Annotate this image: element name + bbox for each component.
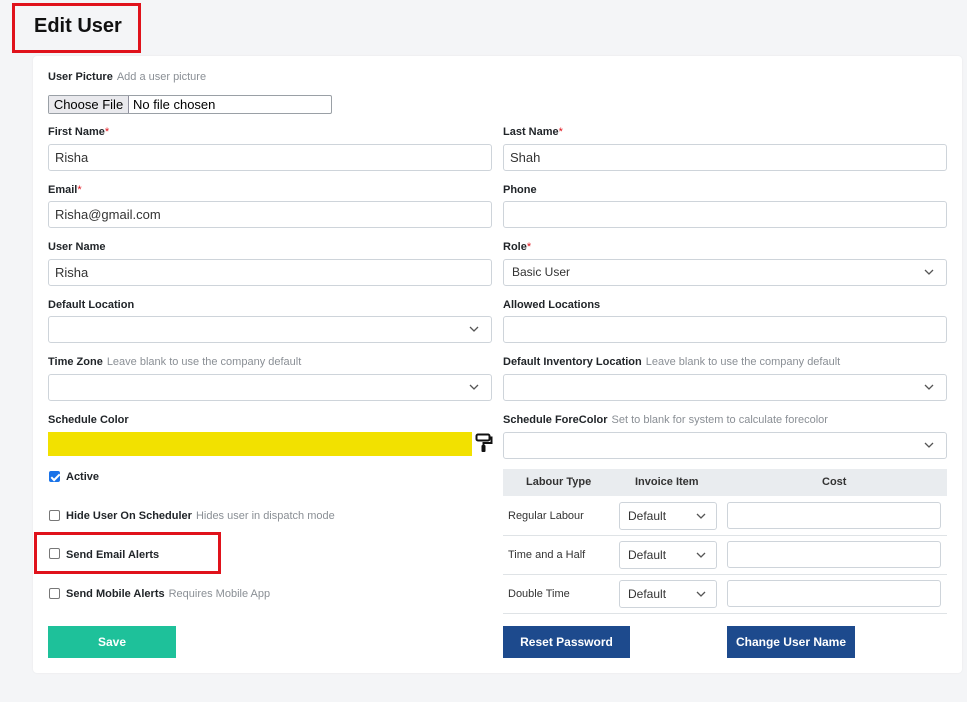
user-name-input[interactable]: Risha (48, 259, 492, 286)
hide-user-on-scheduler-checkbox[interactable] (49, 510, 60, 521)
role-select[interactable]: Basic User (503, 259, 947, 286)
invoice-item-select[interactable]: Default (619, 580, 717, 608)
cost-header: Cost (822, 476, 847, 488)
cost-input[interactable] (727, 502, 941, 529)
send-mobile-alerts-label: Send Mobile Alerts Requires Mobile App (66, 588, 271, 600)
phone-label: Phone (503, 184, 537, 196)
invoice-item-header: Invoice Item (635, 476, 699, 488)
last-name-label: Last Name* (503, 126, 563, 138)
default-inventory-location-label: Default Inventory Location Leave blank to… (503, 356, 841, 368)
schedule-forecolor-label: Schedule ForeColor Set to blank for syste… (503, 414, 828, 426)
save-button[interactable]: Save (48, 626, 176, 658)
table-row: Regular Labour Default (503, 497, 947, 536)
chevron-down-icon (924, 269, 934, 275)
user-picture-file-input[interactable]: Choose File No file chosen (48, 95, 332, 114)
file-status: No file chosen (133, 97, 216, 112)
invoice-item-select[interactable]: Default (619, 502, 717, 530)
chevron-down-icon (696, 591, 706, 597)
send-mobile-alerts-checkbox[interactable] (49, 588, 60, 599)
first-name-label: First Name* (48, 126, 110, 138)
time-zone-label: Time Zone Leave blank to use the company … (48, 356, 302, 368)
active-checkbox[interactable] (49, 471, 60, 482)
send-email-alerts-checkbox[interactable] (49, 548, 60, 559)
active-label: Active (66, 471, 100, 483)
schedule-color-label: Schedule Color (48, 414, 129, 426)
chevron-down-icon (924, 442, 934, 448)
labour-type-header: Labour Type (526, 476, 592, 488)
email-input[interactable]: Risha@gmail.com (48, 201, 492, 228)
allowed-locations-label: Allowed Locations (503, 299, 601, 311)
allowed-locations-input[interactable] (503, 316, 947, 343)
default-location-select[interactable] (48, 316, 492, 343)
default-location-label: Default Location (48, 299, 135, 311)
phone-input[interactable] (503, 201, 947, 228)
chevron-down-icon (924, 384, 934, 390)
email-label: Email* (48, 184, 82, 196)
chevron-down-icon (696, 513, 706, 519)
table-row: Time and a Half Default (503, 536, 947, 575)
paint-roller-icon[interactable] (475, 433, 493, 453)
schedule-forecolor-select[interactable] (503, 432, 947, 459)
hide-user-on-scheduler-label: Hide User On Scheduler Hides user in disp… (66, 510, 335, 522)
cost-input[interactable] (727, 580, 941, 607)
labour-type: Double Time (508, 588, 570, 600)
table-header: Labour Type Invoice Item Cost (503, 469, 947, 496)
page-title: Edit User (34, 15, 122, 37)
user-name-label: User Name (48, 241, 106, 253)
choose-file-button[interactable]: Choose File (49, 96, 129, 113)
user-picture-label: User Picture Add a user picture (48, 71, 207, 83)
send-email-alerts-label: Send Email Alerts (66, 549, 160, 561)
chevron-down-icon (469, 384, 479, 390)
labour-type: Regular Labour (508, 510, 584, 522)
cost-input[interactable] (727, 541, 941, 568)
labour-type: Time and a Half (508, 549, 586, 561)
role-value: Basic User (512, 265, 571, 279)
schedule-color-swatch[interactable] (48, 432, 472, 456)
reset-password-button[interactable]: Reset Password (503, 626, 630, 658)
invoice-item-select[interactable]: Default (619, 541, 717, 569)
table-row: Double Time Default (503, 575, 947, 614)
time-zone-select[interactable] (48, 374, 492, 401)
first-name-input[interactable]: Risha (48, 144, 492, 171)
chevron-down-icon (696, 552, 706, 558)
role-label: Role* (503, 241, 532, 253)
chevron-down-icon (469, 326, 479, 332)
change-user-name-button[interactable]: Change User Name (727, 626, 855, 658)
default-inventory-location-select[interactable] (503, 374, 947, 401)
last-name-input[interactable]: Shah (503, 144, 947, 171)
